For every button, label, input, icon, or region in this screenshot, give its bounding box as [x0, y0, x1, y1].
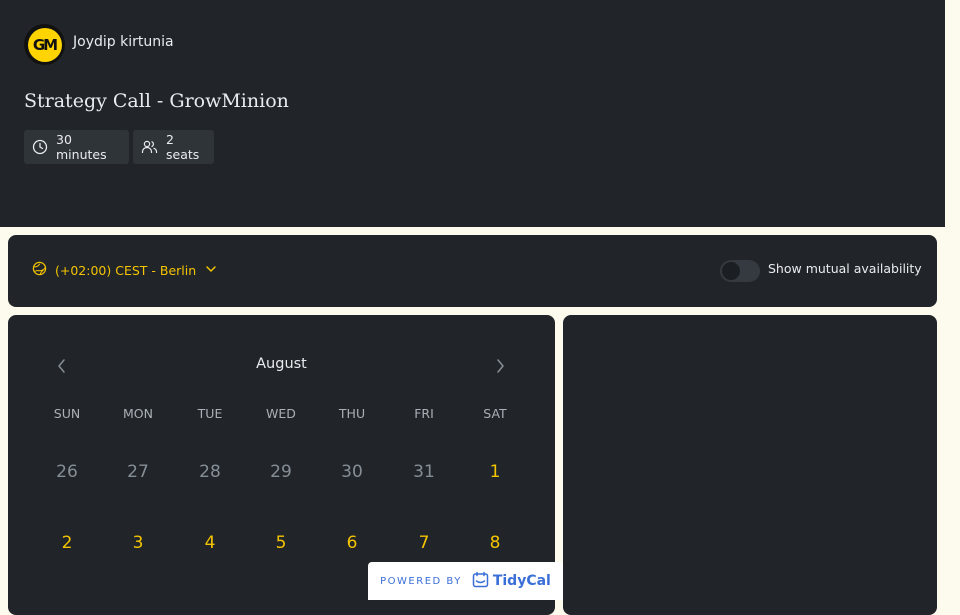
avatar: GM: [24, 24, 65, 65]
calendar-day-available[interactable]: 5: [251, 533, 311, 553]
weekday-sat: SAT: [483, 406, 507, 421]
globe-icon: [32, 261, 47, 279]
host-name: Joydip kirtunia: [73, 34, 174, 50]
seats-label: 2 seats: [166, 132, 200, 162]
weekday-thu: THU: [338, 406, 366, 421]
calendar-day: 29: [270, 462, 292, 482]
tidycal-brand: TidyCal: [492, 573, 551, 589]
calendar-day-available[interactable]: 6: [322, 533, 382, 553]
weekday-mon: MON: [123, 406, 153, 421]
calendar-day: 31: [413, 462, 435, 482]
time-slots-panel: [563, 315, 937, 615]
weekday-wed: WED: [266, 406, 296, 421]
weekday-sun: SUN: [53, 406, 81, 421]
calendar-day-available[interactable]: 4: [180, 533, 240, 553]
month-label: August: [256, 356, 307, 372]
duration-label: 30 minutes: [56, 132, 107, 162]
calendar-day-available[interactable]: 1: [465, 462, 525, 482]
powered-by-badge[interactable]: POWERED BY TidyCal: [368, 562, 563, 600]
event-header: GM Joydip kirtunia Strategy Call - GrowM…: [0, 0, 945, 227]
avatar-logo: GM: [27, 27, 62, 62]
clock-icon: [32, 139, 48, 155]
tidycal-logo: TidyCal: [472, 571, 551, 592]
calendar-day: 26: [56, 462, 78, 482]
duration-badge: 30 minutes: [24, 130, 129, 164]
seats-badge: 2 seats: [133, 130, 214, 164]
next-month-button[interactable]: [492, 357, 508, 379]
mutual-availability-label: Show mutual availability: [768, 261, 922, 276]
calendar-day-available[interactable]: 2: [37, 533, 97, 553]
timezone-selector[interactable]: (+02:00) CEST - Berlin: [32, 261, 218, 279]
calendar-day-available[interactable]: 3: [108, 533, 168, 553]
page-edge: [945, 0, 960, 227]
users-icon: [141, 139, 158, 155]
toggle-knob: [722, 262, 740, 280]
calendar-day: 30: [341, 462, 363, 482]
mutual-availability-toggle[interactable]: [720, 260, 760, 282]
chevron-down-icon: [204, 262, 218, 279]
powered-by-label: POWERED BY: [380, 575, 462, 587]
weekday-tue: TUE: [197, 406, 223, 421]
event-title: Strategy Call - GrowMinion: [24, 90, 289, 112]
calendar-day: 27: [127, 462, 149, 482]
timezone-bar: (+02:00) CEST - Berlin Show mutual avail…: [8, 235, 937, 307]
weekday-fri: FRI: [414, 406, 434, 421]
calendar-day-available[interactable]: 8: [465, 533, 525, 553]
calendar-day: 28: [199, 462, 221, 482]
timezone-label: (+02:00) CEST - Berlin: [55, 262, 197, 278]
calendar-day-available[interactable]: 7: [394, 533, 454, 553]
calendar-icon: [472, 571, 489, 592]
